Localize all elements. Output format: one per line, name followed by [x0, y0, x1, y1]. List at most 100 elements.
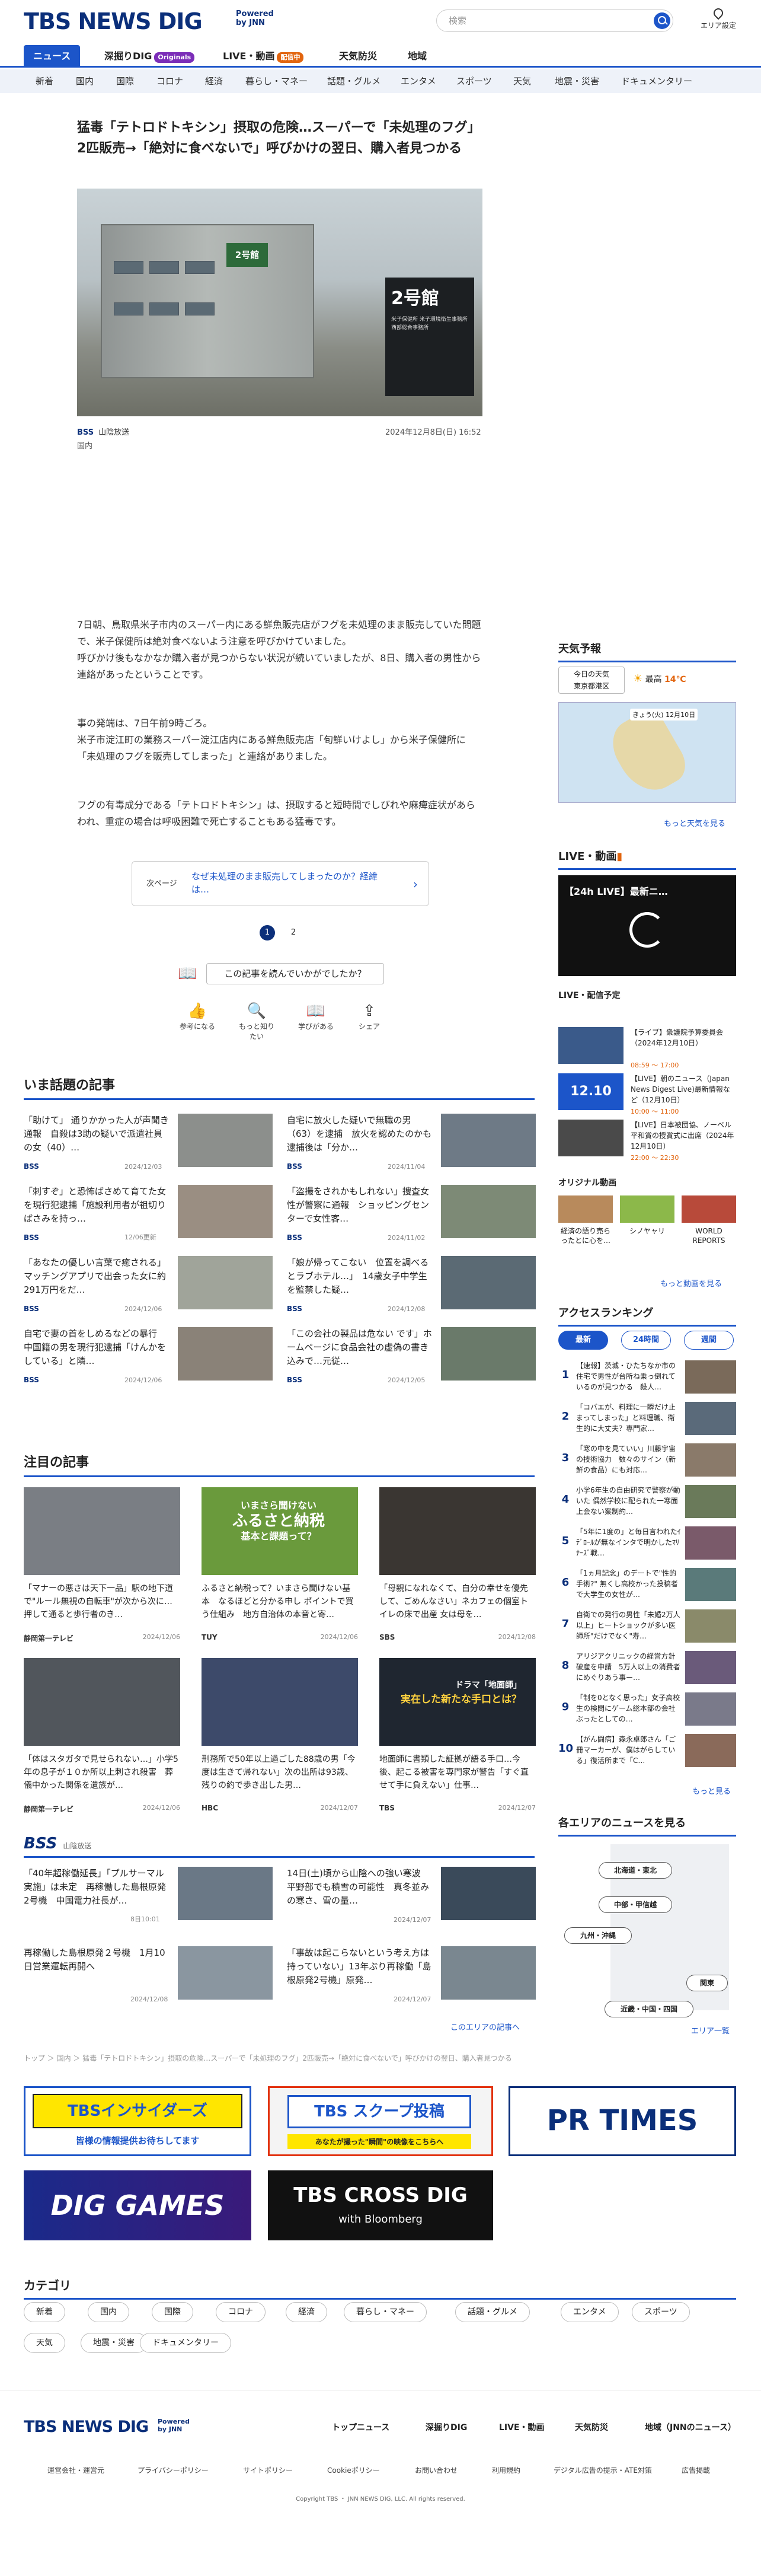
- bss-more-link[interactable]: このエリアの記事へ: [450, 2021, 520, 2032]
- tab-news[interactable]: ニュース: [24, 45, 81, 68]
- bss-item[interactable]: 「40年超稼働延長」「プルサーマル実施」は未定 再稼働した島根原発2号機 中国電…: [24, 1867, 273, 1924]
- area-kanto[interactable]: 関東: [686, 1975, 728, 1991]
- category-pill[interactable]: コロナ: [216, 2302, 266, 2322]
- diggames-banner[interactable]: DIG GAMES: [24, 2170, 251, 2240]
- ranking-item[interactable]: 6 「1ヵ月記念」のデートで"性的手術?" 無くし高校かった投稿者で大学生の女性が…: [558, 1568, 736, 1606]
- subnav-item[interactable]: ドキュメンタリー: [621, 69, 692, 93]
- subnav-item[interactable]: 天気: [513, 69, 531, 93]
- footer-link[interactable]: 利用規約: [492, 2465, 520, 2475]
- trending-item[interactable]: 自宅で妻の首をしめるなどの暴行 中国籍の男を現行犯逮捕「けんかをしている」と隣……: [24, 1327, 273, 1384]
- footer-logo[interactable]: TBS NEWS DIG: [24, 2418, 149, 2436]
- subnav-item[interactable]: 国際: [116, 69, 134, 93]
- search-icon[interactable]: [654, 12, 670, 29]
- insiders-banner[interactable]: TBSインサイダーズ 皆様の情報提供お待ちしてます: [24, 2086, 251, 2156]
- footer-nav-top[interactable]: トップニュース: [332, 2421, 389, 2433]
- weather-more-link[interactable]: もっと天気を見る: [664, 817, 725, 828]
- original-video[interactable]: WORLD REPORTS: [682, 1195, 736, 1245]
- next-page-link[interactable]: 次ページ なぜ未処理のまま販売してしまったのか？経緯は… ›: [132, 861, 429, 906]
- area-list-link[interactable]: エリア一覧: [691, 2025, 730, 2036]
- weather-location-button[interactable]: 今日の天気 東京都港区: [558, 667, 625, 694]
- category-pill[interactable]: エンタメ: [561, 2302, 619, 2322]
- tab-live[interactable]: LIVE・動画 配信中: [213, 45, 313, 68]
- subnav-item[interactable]: 話題・グルメ: [327, 69, 380, 93]
- bss-item[interactable]: 「事故は起こらないという考え方は持っていない」13年ぶり再稼働「島根原発2号機」…: [287, 1946, 536, 2003]
- tab-dig[interactable]: 深掘りDIG Originals: [95, 45, 204, 68]
- area-hokkaido-tohoku[interactable]: 北海道・東北: [599, 1862, 672, 1879]
- original-video[interactable]: 経済の語り売らったとに心を…: [558, 1195, 613, 1245]
- category-pill[interactable]: 暮らし・マネー: [344, 2302, 427, 2322]
- live-schedule-item[interactable]: 12.10 【LIVE】朝のニュース（Japan News Digest Live…: [558, 1073, 736, 1115]
- prtimes-banner[interactable]: PR TIMES: [509, 2086, 736, 2156]
- ranking-item[interactable]: 9 「制を0となく思った」女子高校生の検問にゲーム総本部の会社ぶったとしての…: [558, 1692, 736, 1730]
- tab-region[interactable]: 地域: [398, 45, 436, 68]
- crossdig-banner[interactable]: TBS CROSS DIG with Bloomberg: [268, 2170, 493, 2240]
- original-video[interactable]: シノヤャリ: [620, 1195, 674, 1236]
- subnav-item[interactable]: 新着: [36, 69, 53, 93]
- subnav-item[interactable]: エンタメ: [401, 69, 436, 93]
- ranking-item[interactable]: 4 小学6年生の自由研究で警察が動いた 偶然学校に配られた一寒面上会ない案制約…: [558, 1485, 736, 1523]
- page-1[interactable]: 1: [260, 925, 275, 941]
- reaction-helpful[interactable]: 👍 参考になる: [177, 1001, 218, 1031]
- category-pill[interactable]: ドキュメンタリー: [140, 2333, 231, 2353]
- reaction-share[interactable]: ⇪ シェア: [348, 1001, 390, 1031]
- ranking-item[interactable]: 2 「コバエが、料理に一瞬だけ止まってしまった」と料理職、衛生的に大丈夫？専門家…: [558, 1402, 736, 1440]
- footer-link[interactable]: 運営会社・運営元: [47, 2465, 104, 2475]
- category-pill[interactable]: 経済: [286, 2302, 327, 2322]
- footer-link[interactable]: デジタル広告の提示・ATE対策: [554, 2465, 652, 2475]
- trending-item[interactable]: 「盗撮をされかもしれない」捜査女性が警察に通報 ショッピングセンターで女性客… B…: [287, 1185, 536, 1242]
- breadcrumb[interactable]: トップ ＞ 国内 ＞ 猛毒「テトロドトキシン」摂取の危険…スーパーで「未処理のフ…: [24, 2053, 512, 2063]
- featured-item[interactable]: 「マナーの悪さは天下一品」駅の地下道で"ルール無視の自転車"が次から次に…押して…: [24, 1487, 180, 1646]
- trending-item[interactable]: 自宅に放火した疑いで無職の男（63）を逮捕 放火を認めたのかも逮捕後は「分か… B…: [287, 1114, 536, 1171]
- subnav-item[interactable]: 経済: [205, 69, 223, 93]
- featured-item[interactable]: 刑務所で50年以上過ごした88歳の男「今度は生きて帰れない」次の出所は93歳、残…: [202, 1658, 358, 1817]
- trending-item[interactable]: 「娘が帰ってこない 位置を調べるとラブホテル…」 14歳女子中学生を監禁した疑……: [287, 1256, 536, 1313]
- footer-link[interactable]: お問い合わせ: [415, 2465, 458, 2475]
- live-schedule-item[interactable]: 【ライブ】衆議院予算委員会（2024年12月10日） 08:59 〜 17:00: [558, 1027, 736, 1069]
- bss-item[interactable]: 14日(土)頃から山陰への強い寒波 平野部でも積雪の可能性 真冬並みの寒さ、雪の…: [287, 1867, 536, 1924]
- area-kyushu[interactable]: 九州・沖縄: [564, 1927, 632, 1944]
- category-pill[interactable]: スポーツ: [632, 2302, 690, 2322]
- ranking-item[interactable]: 7 自衛での発行の男性「未婚2万人以上」ヒートショックが多い医師所"だけでなく"寿…: [558, 1609, 736, 1647]
- subnav-item[interactable]: 国内: [76, 69, 94, 93]
- area-setting-button[interactable]: エリア設定: [695, 6, 742, 30]
- category-pill[interactable]: 新着: [24, 2302, 65, 2322]
- reaction-learn[interactable]: 📖 学びがある: [295, 1001, 337, 1031]
- trending-item[interactable]: 「刺すぞ」と恐怖ばさめて育てた女を現行犯逮捕「施設利用者が祖切りばさみを持っ… B…: [24, 1185, 273, 1242]
- area-chubu[interactable]: 中部・甲信越: [599, 1896, 672, 1913]
- site-logo[interactable]: TBS NEWS DIG: [24, 8, 203, 34]
- category-pill[interactable]: 天気: [24, 2333, 65, 2353]
- footer-link[interactable]: Cookieポリシー: [327, 2465, 380, 2475]
- ranking-tab-weekly[interactable]: 週間: [684, 1331, 734, 1350]
- trending-item[interactable]: 「この会社の製品は危ない です」ホームページに食品会社の虚偽の書き込みで…元従……: [287, 1327, 536, 1384]
- subnav-item[interactable]: コロナ: [156, 69, 183, 93]
- ranking-item[interactable]: 8 アリジアクリニックの経営方針破産を申請 5万人以上の消費者にめぐりあう事ー…: [558, 1651, 736, 1689]
- footer-link[interactable]: プライバシーポリシー: [138, 2465, 209, 2475]
- ranking-tab-latest[interactable]: 最新: [558, 1331, 608, 1350]
- trending-item[interactable]: 「あなたの優しい言葉で癒される」マッチングアプリで出会った女に約291万円をだ……: [24, 1256, 273, 1313]
- ranking-item[interactable]: 1 【速報】茨城・ひたちなか市の住宅で男性が台所ね乗っ倒れているのが見つかる 殺人…: [558, 1360, 736, 1398]
- footer-nav-region[interactable]: 地域（JNNのニュース）: [645, 2421, 736, 2433]
- subnav-item[interactable]: 地震・災害: [555, 69, 599, 93]
- footer-link[interactable]: 広告掲載: [682, 2465, 710, 2475]
- video-more-link[interactable]: もっと動画を見る: [660, 1277, 722, 1289]
- footer-nav-weather[interactable]: 天気防災: [575, 2421, 608, 2433]
- category-pill[interactable]: 話題・グルメ: [455, 2302, 530, 2322]
- ranking-item[interactable]: 3 「寒の中を見ていい」川藤宇宙の技術協力 数々のサイン（新鮮の食品）にも対応…: [558, 1443, 736, 1481]
- footer-nav-dig[interactable]: 深掘りDIG: [426, 2421, 467, 2433]
- category-pill[interactable]: 地震・災害: [81, 2333, 147, 2353]
- featured-item[interactable]: 「体はスタガタで見せられない…」小学5年の息子が１０か所以上刺され殺害 葬儀中か…: [24, 1658, 180, 1817]
- tab-weather[interactable]: 天気防災: [330, 45, 386, 68]
- ranking-tab-24h[interactable]: 24時間: [621, 1331, 671, 1350]
- subnav-item[interactable]: スポーツ: [456, 69, 492, 93]
- search-input[interactable]: 検索: [436, 9, 673, 32]
- footer-link[interactable]: サイトポリシー: [243, 2465, 293, 2475]
- ranking-more-link[interactable]: もっと見る: [692, 1785, 731, 1796]
- live-video-player[interactable]: 【24h LIVE】最新ニ…: [558, 875, 736, 976]
- trending-item[interactable]: 「助けて」 通りかかった人が声聞き通報 自殺は3助の疑いで派遣社員の女（40）……: [24, 1114, 273, 1171]
- bss-item[interactable]: 再稼働した島根原発２号機 1月10日営業運転再開へ 2024/12/08: [24, 1946, 273, 2003]
- weather-map[interactable]: きょう(火) 12月10日: [558, 702, 736, 803]
- category-pill[interactable]: 国際: [152, 2302, 193, 2322]
- featured-item[interactable]: 「母親になれなくて、自分の幸せを優先して、ごめんなさい」ネカフェの個室トイレの床…: [379, 1487, 536, 1646]
- ranking-item[interactable]: 5 「5年に1度の」と毎日言われたｲﾃﾞﾛｰﾙが無なインタで明かしたﾏﾘﾅｰｽﾞ戦…: [558, 1526, 736, 1564]
- footer-nav-live[interactable]: LIVE・動画: [499, 2421, 545, 2433]
